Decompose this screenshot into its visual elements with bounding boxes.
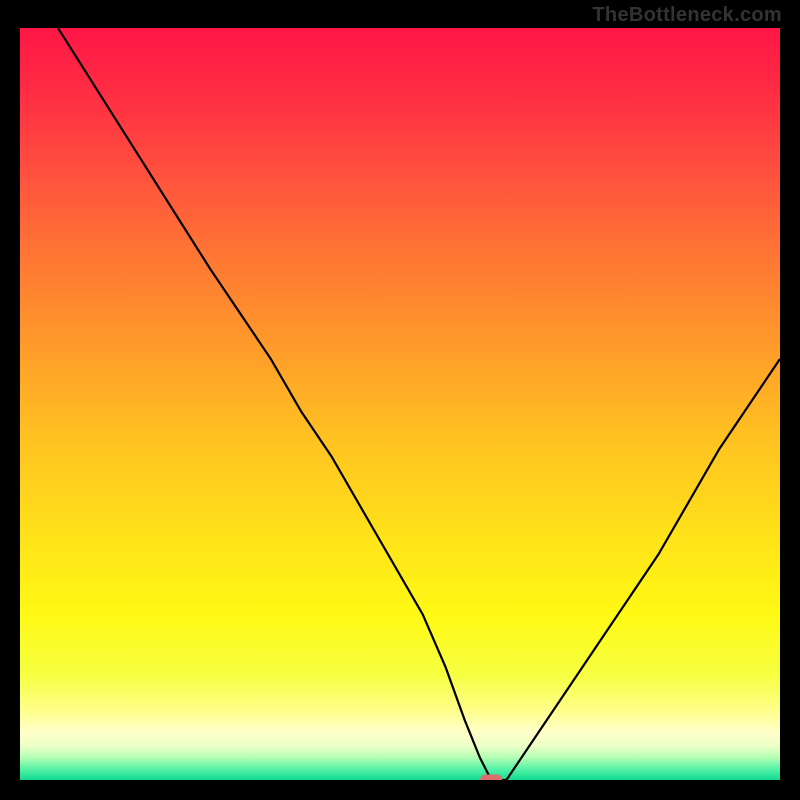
plot-area <box>20 28 780 780</box>
chart-svg <box>20 28 780 780</box>
gradient-background <box>20 28 780 780</box>
chart-container: TheBottleneck.com <box>0 0 800 800</box>
min-marker <box>480 775 502 781</box>
watermark-label: TheBottleneck.com <box>592 4 782 27</box>
